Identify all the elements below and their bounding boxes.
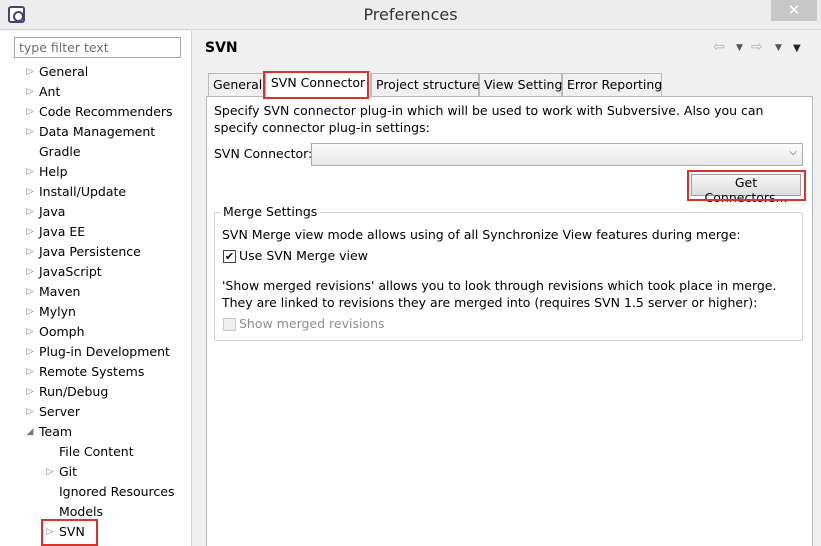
tree-item[interactable]: ▷ Remote Systems (0, 362, 192, 382)
tree-item-label: Code Recommenders (39, 104, 173, 119)
chevron-down-icon: ⌵ (789, 147, 797, 158)
tab-error-reporting[interactable]: Error Reporting (562, 73, 662, 97)
preferences-tree-pane: ▷General▷Ant▷Code Recommenders▷Data Mana… (0, 31, 192, 546)
collapsed-arrow-icon[interactable]: ▷ (44, 462, 56, 482)
close-button[interactable]: ✕ (771, 0, 817, 21)
tree-item[interactable]: ▷ Mylyn (0, 302, 192, 322)
preferences-tree: ▷ General ▷ Ant ▷ Code Recommenders ▷ Data Mana… (0, 62, 192, 542)
collapsed-arrow-icon[interactable]: ▷ (24, 102, 36, 122)
forward-arrow-icon[interactable]: ⇨ (751, 39, 763, 55)
collapsed-arrow-icon[interactable]: ▷ (24, 302, 36, 322)
tree-item-label: Maven (39, 284, 81, 299)
collapsed-arrow-icon[interactable]: ▷ (24, 202, 36, 222)
tree-item[interactable]: Models (0, 502, 192, 522)
tree-item[interactable]: ▷ Install/Update (0, 182, 192, 202)
tree-item-label: Java (39, 204, 66, 219)
tree-item-label: Run/Debug (39, 384, 109, 399)
tree-item[interactable]: ▷ Java Persistence (0, 242, 192, 262)
tree-item-label: Plug-in Development (39, 344, 170, 359)
page-header: SVN ⇦ ▼ ⇨ ▼ ▼ (193, 31, 821, 69)
tree-item[interactable]: File Content (0, 442, 192, 462)
window-title: Preferences (363, 5, 458, 24)
tree-item-label: Server (39, 404, 80, 419)
back-arrow-icon[interactable]: ⇦ (713, 39, 725, 55)
tree-item[interactable]: Gradle (0, 142, 192, 162)
tree-item-label: Java EE (39, 224, 86, 239)
use-merge-view-label: Use SVN Merge view (239, 248, 368, 263)
tree-item[interactable]: ▷ Maven (0, 282, 192, 302)
tree-item[interactable]: ▷ Help (0, 162, 192, 182)
tree-item-label: Java Persistence (39, 244, 141, 259)
collapsed-arrow-icon[interactable]: ▷ (24, 382, 36, 402)
collapsed-arrow-icon[interactable]: ▷ (24, 262, 36, 282)
tree-item[interactable]: ▷ Ant (0, 82, 192, 102)
tab-view-settings[interactable]: View Settings (479, 73, 569, 97)
collapsed-arrow-icon[interactable]: ▷ (24, 82, 36, 102)
tab-general[interactable]: General (208, 73, 265, 97)
tree-item[interactable]: ▷ SVN (0, 522, 192, 542)
collapsed-arrow-icon[interactable]: ▷ (24, 282, 36, 302)
use-merge-view-checkbox[interactable]: ✔ (223, 250, 236, 263)
expanded-arrow-icon[interactable]: ◢ (24, 422, 36, 442)
collapsed-arrow-icon[interactable]: ▷ (24, 362, 36, 382)
tree-item[interactable]: ▷ JavaScript (0, 262, 192, 282)
tab-project-structure[interactable]: Project structure (371, 73, 479, 97)
tree-item[interactable]: ▷ Java (0, 202, 192, 222)
collapsed-arrow-icon[interactable]: ▷ (24, 62, 36, 82)
collapsed-arrow-icon[interactable]: ▷ (24, 182, 36, 202)
tree-item-label: Git (59, 464, 78, 479)
tree-item-label: Team (39, 424, 73, 439)
filter-input[interactable] (14, 37, 181, 58)
tree-item[interactable]: ▷ General (0, 62, 192, 82)
tree-item-label: Mylyn (39, 304, 76, 319)
tree-item-label: Ignored Resources (59, 484, 175, 499)
show-merged-revisions-checkbox[interactable] (223, 318, 236, 331)
show-merged-description: 'Show merged revisions' allows you to lo… (222, 278, 777, 310)
tree-item-label: File Content (59, 444, 134, 459)
collapsed-arrow-icon[interactable]: ▷ (44, 522, 56, 542)
collapsed-arrow-icon[interactable]: ▷ (24, 222, 36, 242)
tree-item-label: Remote Systems (39, 364, 145, 379)
tree-item[interactable]: ▷ Oomph (0, 322, 192, 342)
tree-item-label: Models (59, 504, 104, 519)
tree-item-label: Help (39, 164, 68, 179)
tree-item[interactable]: Ignored Resources (0, 482, 192, 502)
connector-description: Specify SVN connector plug-in which will… (214, 103, 764, 135)
title-bar: Preferences ✕ (0, 0, 821, 30)
tree-item-label: Oomph (39, 324, 85, 339)
tree-item[interactable]: ▷ Run/Debug (0, 382, 192, 402)
tree-item[interactable]: ▷ Data Management (0, 122, 192, 142)
tree-item[interactable]: ▷ Git (0, 462, 192, 482)
tree-item-label: Gradle (39, 144, 81, 159)
tree-item[interactable]: ▷ Code Recommenders (0, 102, 192, 122)
forward-dropdown-icon[interactable]: ▼ (775, 43, 782, 53)
collapsed-arrow-icon[interactable]: ▷ (24, 162, 36, 182)
connector-select[interactable]: ⌵ (311, 143, 803, 166)
back-dropdown-icon[interactable]: ▼ (736, 43, 743, 53)
collapsed-arrow-icon[interactable]: ▷ (24, 342, 36, 362)
collapsed-arrow-icon[interactable]: ▷ (24, 242, 36, 262)
tree-item-label: Install/Update (39, 184, 127, 199)
merge-description: SVN Merge view mode allows using of all … (222, 227, 741, 242)
tree-item-label: Ant (39, 84, 61, 99)
tree-item[interactable]: ▷ Java EE (0, 222, 192, 242)
show-merged-revisions-label: Show merged revisions (239, 316, 385, 331)
tab-svn-connector[interactable]: SVN Connector (265, 71, 371, 98)
tree-item-label: SVN (59, 524, 85, 539)
tree-item[interactable]: ◢ Team (0, 422, 192, 442)
merge-settings-title: Merge Settings (220, 204, 321, 219)
collapsed-arrow-icon[interactable]: ▷ (24, 122, 36, 142)
tree-item[interactable]: ▷ Server (0, 402, 192, 422)
collapsed-arrow-icon[interactable]: ▷ (24, 402, 36, 422)
tree-item[interactable]: ▷ Plug-in Development (0, 342, 192, 362)
tree-item-label: JavaScript (39, 264, 102, 279)
collapsed-arrow-icon[interactable]: ▷ (24, 322, 36, 342)
tree-item-label: General (39, 64, 89, 79)
tree-item-label: Data Management (39, 124, 156, 139)
page-title: SVN (205, 40, 238, 56)
view-menu-icon[interactable]: ▼ (793, 43, 801, 54)
get-connectors-button[interactable]: Get Connectors... (691, 174, 801, 205)
connector-label: SVN Connector: (214, 146, 313, 161)
